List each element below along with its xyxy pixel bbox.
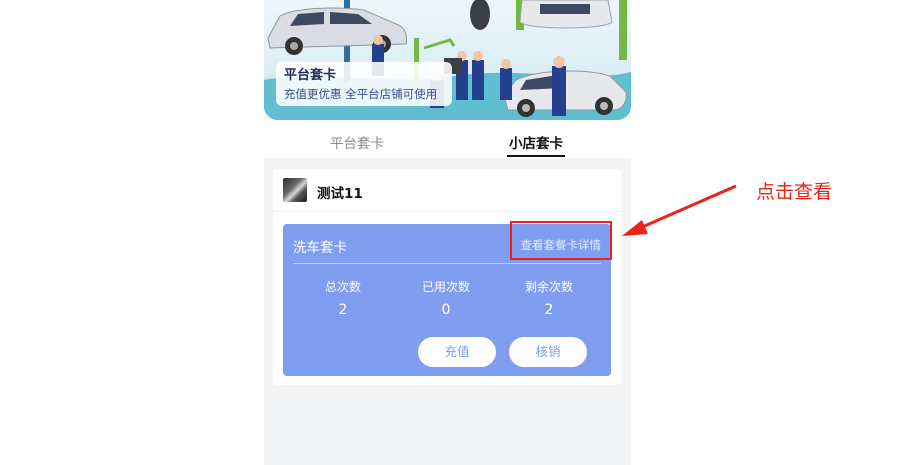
annotation-arrow-icon — [622, 184, 737, 236]
annotation-text: 点击查看 — [756, 181, 833, 203]
screenshot-stage: 平台套卡 充值更优惠 全平台店铺可使用 平台套卡 小店套卡 测试11 洗车套卡 … — [0, 0, 905, 465]
